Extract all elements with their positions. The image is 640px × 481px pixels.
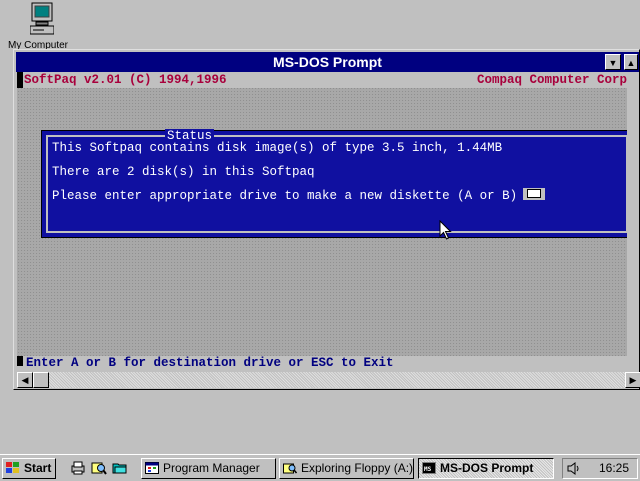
msdos-icon: MS	[422, 462, 436, 474]
scroll-right-button[interactable]: ▶	[625, 372, 640, 388]
dos-screen[interactable]: SoftPaq v2.01 (C) 1994,1996 Compaq Compu…	[17, 72, 627, 366]
title-bar[interactable]: MS-DOS Prompt ▼ ▲	[16, 52, 639, 72]
clock[interactable]: 16:25	[599, 459, 629, 478]
triangle-down-icon: ▼	[608, 58, 618, 68]
scroll-up-button[interactable]: ▲	[624, 54, 638, 70]
quick-launch-folder-icon[interactable]	[112, 460, 128, 476]
quick-launch-find-icon[interactable]	[91, 460, 107, 476]
drive-prompt-line: Please enter appropriate drive to make a…	[52, 188, 546, 204]
text-cursor	[17, 72, 23, 88]
program-manager-icon	[145, 462, 159, 474]
svg-text:MS: MS	[424, 466, 432, 473]
footer-bar: Enter A or B for destination drive or ES…	[17, 356, 627, 366]
dropdown-button[interactable]: ▼	[605, 54, 621, 70]
taskbar-label: Program Manager	[163, 461, 260, 475]
taskbar-label: MS-DOS Prompt	[440, 461, 534, 475]
taskbar: Start Program Manager Exploring Floppy (…	[0, 454, 640, 481]
taskbar-button-exploring-floppy[interactable]: Exploring Floppy (A:)	[279, 458, 414, 479]
softpaq-header: SoftPaq v2.01 (C) 1994,1996 Compaq Compu…	[17, 72, 627, 88]
taskbar-button-msdos-prompt[interactable]: MS MS-DOS Prompt	[418, 458, 554, 479]
status-dialog: Status This Softpaq contains disk image(…	[41, 129, 627, 238]
taskbar-label: Exploring Floppy (A:)	[301, 461, 414, 475]
start-label: Start	[24, 461, 52, 475]
quick-launch-printer-icon[interactable]	[70, 460, 86, 476]
disk-count-line: There are 2 disk(s) in this Softpaq	[52, 165, 315, 179]
input-cursor-block	[527, 189, 542, 198]
my-computer-icon	[30, 2, 54, 35]
scroll-thumb[interactable]	[33, 372, 49, 388]
scroll-left-button[interactable]: ◀	[17, 372, 33, 388]
company-name: Compaq Computer Corp	[476, 73, 627, 87]
system-tray: 16:25	[562, 458, 638, 479]
scroll-track[interactable]	[33, 372, 625, 388]
msdos-window[interactable]: MS-DOS Prompt ▼ ▲ SoftPaq v2.01 (C) 1994…	[13, 49, 640, 390]
drive-prompt-text: Please enter appropriate drive to make a…	[52, 189, 518, 203]
mouse-pointer-icon	[439, 220, 452, 240]
start-button[interactable]: Start	[2, 458, 56, 479]
taskbar-button-program-manager[interactable]: Program Manager	[141, 458, 276, 479]
desktop-icon-my-computer[interactable]: My Computer	[8, 2, 74, 51]
triangle-left-icon: ◀	[21, 375, 29, 385]
volume-icon[interactable]	[567, 462, 581, 475]
window-title: MS-DOS Prompt	[273, 54, 382, 70]
footer-cursor	[17, 356, 23, 366]
triangle-right-icon: ▶	[629, 375, 637, 385]
disk-type-line: This Softpaq contains disk image(s) of t…	[52, 141, 503, 155]
softpaq-version: SoftPaq v2.01 (C) 1994,1996	[24, 73, 227, 87]
triangle-up-icon: ▲	[626, 58, 636, 68]
drive-letter-input[interactable]	[523, 188, 546, 200]
horizontal-scrollbar[interactable]: ◀ ▶	[17, 372, 640, 388]
explorer-icon	[283, 463, 297, 474]
footer-instructions: Enter A or B for destination drive or ES…	[26, 356, 394, 366]
windows-logo-icon	[6, 462, 19, 473]
